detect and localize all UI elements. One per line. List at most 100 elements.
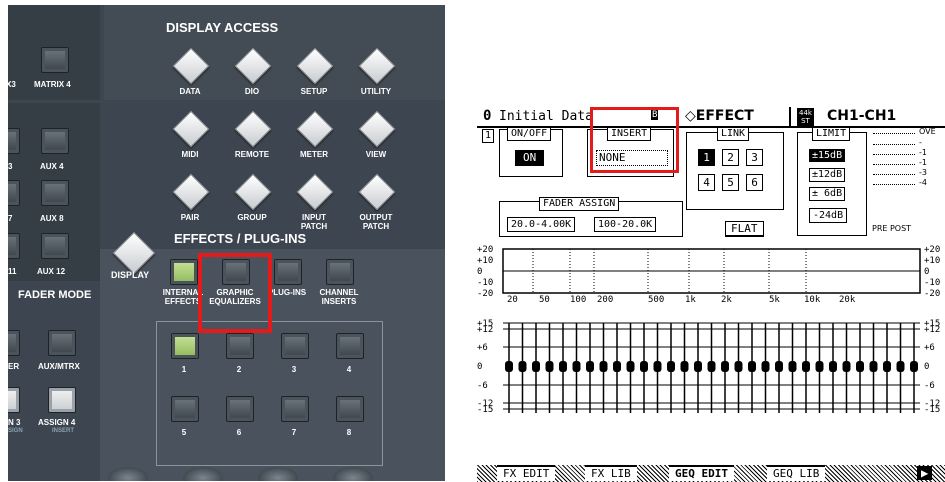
limit-6db-button[interactable]: ± 6dB	[809, 187, 846, 201]
aux11-button[interactable]	[8, 233, 20, 259]
meter-segment	[873, 154, 915, 155]
meter-segment	[873, 174, 915, 175]
onoff-label: ON/OFF	[507, 127, 552, 141]
fader-assign-high-button[interactable]: 100-20.0K	[594, 217, 657, 232]
display-access-button[interactable]	[234, 110, 272, 148]
next-page-arrow-icon[interactable]: ▶	[917, 466, 933, 480]
eq-y-label-right: -10	[924, 278, 940, 288]
link-button[interactable]: 5	[722, 174, 739, 191]
effects-button[interactable]	[170, 259, 198, 285]
geq-fader-knob	[842, 361, 851, 372]
aux7-button[interactable]	[8, 180, 20, 206]
effects-button[interactable]	[274, 259, 302, 285]
tab-geq-edit[interactable]: GEQ EDIT	[669, 465, 734, 481]
master-label: ER	[8, 362, 20, 371]
matrix4-button[interactable]	[41, 47, 69, 73]
display-access-button[interactable]	[234, 173, 272, 211]
link-button[interactable]: 4	[698, 174, 715, 191]
meter-label: -1	[919, 158, 927, 167]
sample-rate-badge: 44k ST	[797, 108, 814, 126]
effects-plugins-title: EFFECTS / PLUG-INS	[174, 231, 307, 246]
aux-mtrx-button[interactable]	[48, 330, 76, 356]
fader-assign-label: FADER ASSIGN	[539, 197, 620, 211]
matrix4-label: MATRIX 4	[34, 80, 71, 89]
display-access-label: OUTPUT PATCH	[359, 213, 393, 231]
limit-15db-button[interactable]: ±15dB	[809, 149, 846, 162]
graphic-eq-highlight	[198, 253, 272, 333]
link-button[interactable]: 3	[746, 149, 763, 166]
limit-label: LIMIT	[812, 127, 851, 141]
display-access-label: PAIR	[180, 213, 200, 222]
assign3-sublabel: SIGN	[8, 428, 23, 434]
geq-fader-knob	[896, 361, 905, 372]
aux11-label: 11	[8, 267, 17, 276]
pre-post-label: PRE POST	[872, 224, 912, 233]
link-section	[686, 132, 784, 210]
link-button[interactable]: 1	[698, 149, 715, 166]
display-access-label: SETUP	[300, 87, 328, 96]
geq-fader-knob	[707, 361, 716, 372]
display-access-button[interactable]	[358, 173, 396, 211]
eq-x-label: 2k	[721, 295, 732, 305]
link-label: LINK	[717, 127, 750, 141]
limit-24db-button[interactable]: -24dB	[809, 208, 848, 223]
aux8-button[interactable]	[41, 180, 69, 206]
assign4-button[interactable]	[48, 387, 76, 413]
sample-rate: 44k	[799, 109, 812, 117]
display-access-button[interactable]	[296, 110, 334, 148]
eq-x-label: 10k	[804, 295, 821, 305]
geq-number: 1	[482, 129, 494, 143]
eq-x-label: 500	[648, 295, 664, 305]
geq-fader-knob	[518, 361, 527, 372]
aux4-button[interactable]	[41, 128, 69, 154]
display-access-label: MIDI	[181, 150, 199, 159]
geq-fader-knob	[829, 361, 837, 372]
geq-fader-knob	[815, 361, 824, 372]
display-access-button[interactable]	[296, 173, 334, 211]
channel-name: CH1-CH1	[827, 108, 897, 124]
tab-geq-lib[interactable]: GEQ LIB	[767, 465, 826, 481]
geq-fader-knob	[788, 361, 797, 372]
eq-y-label-right: -20	[924, 289, 940, 299]
geq-fader-knob	[734, 361, 743, 372]
aux3-button[interactable]	[8, 128, 20, 154]
fader-scale-label: +12	[477, 325, 493, 335]
tab-fx-lib[interactable]: FX LIB	[585, 465, 637, 481]
display-access-button[interactable]	[172, 110, 210, 148]
tab-fx-edit[interactable]: FX EDIT	[497, 465, 556, 481]
geq-fader-knob	[694, 361, 702, 372]
assign3-button[interactable]	[8, 387, 20, 413]
display-access-label: REMOTE	[234, 150, 270, 159]
fader-scale-label-right: 0	[924, 362, 929, 372]
limit-12db-button[interactable]: ±12dB	[809, 168, 846, 182]
display-access-label: UTILITY	[360, 87, 392, 96]
fader-assign-low-button[interactable]: 20.0-4.00K	[507, 217, 576, 232]
fader-scale-label-right: -6	[924, 381, 935, 391]
geq-fader-knob	[775, 361, 783, 372]
diamond-icon: ◇	[685, 108, 696, 124]
display-access-label: METER	[300, 150, 328, 159]
master-button[interactable]	[8, 330, 20, 356]
geq-fader-knob	[545, 361, 554, 372]
onoff-button[interactable]: ON	[515, 150, 545, 166]
geq-fader-knob	[532, 361, 540, 372]
geq-fader-knob	[586, 361, 594, 372]
display-access-label: DATA	[179, 87, 201, 96]
link-button[interactable]: 6	[746, 174, 763, 191]
link-button[interactable]: 2	[722, 149, 739, 166]
aux12-label: AUX 12	[37, 267, 66, 276]
display-access-button[interactable]	[358, 110, 396, 148]
fader-scale-label: -6	[477, 381, 488, 391]
scene-name: Initial Data	[499, 109, 593, 124]
display-access-button[interactable]	[172, 173, 210, 211]
page-title-text: EFFECT	[695, 108, 754, 124]
geq-fader-knob	[721, 361, 729, 372]
effects-button[interactable]	[326, 259, 354, 285]
flat-button[interactable]: FLAT	[725, 221, 764, 237]
insert-highlight	[590, 107, 679, 173]
geq-fader-knob	[680, 361, 689, 372]
aux12-button[interactable]	[41, 233, 69, 259]
geq-fader-knob	[748, 361, 756, 372]
mixing-console-photo: DISPLAY ACCESS EFFECTS / PLUG-INS DATA DI…	[8, 5, 445, 481]
eq-x-label: 20	[507, 295, 518, 305]
